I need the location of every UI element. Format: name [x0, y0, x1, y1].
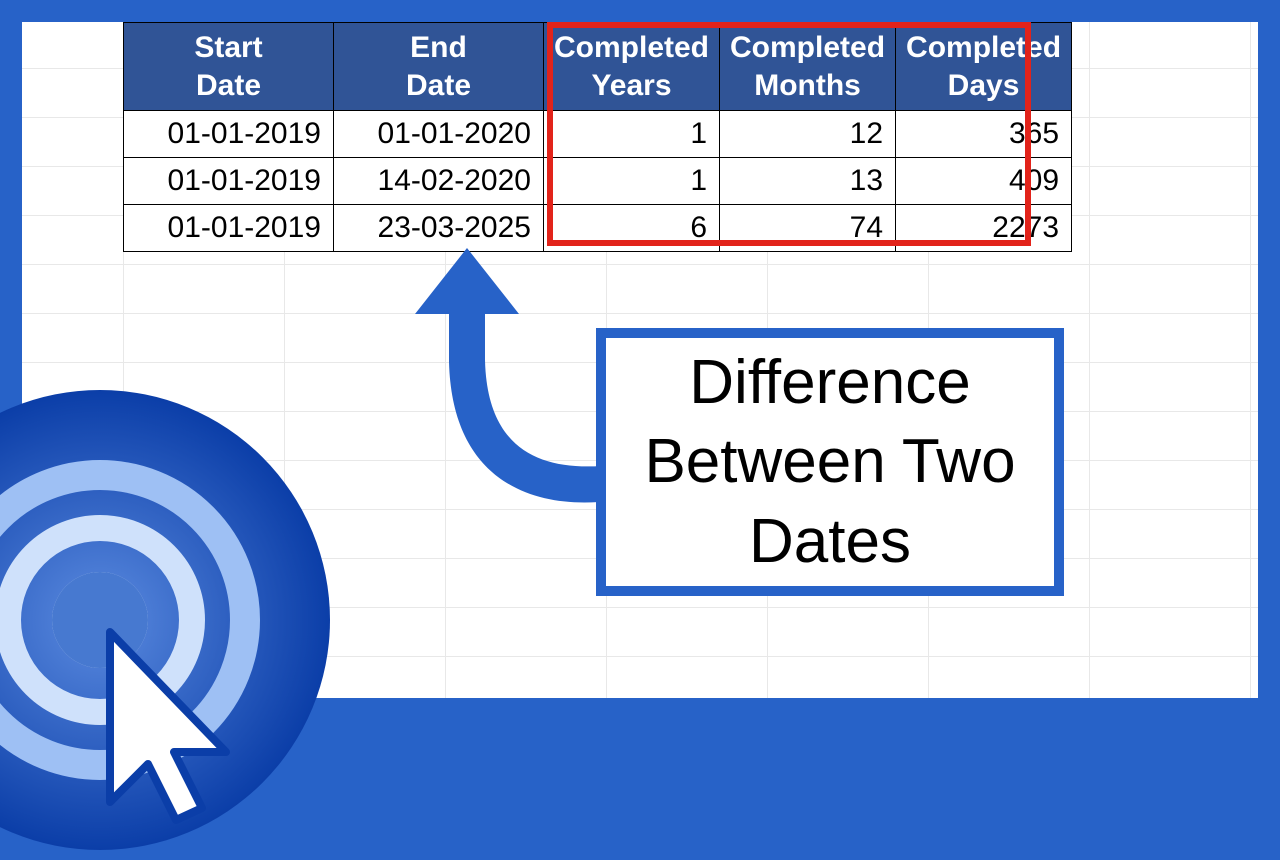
cell-days[interactable]: 2273: [896, 205, 1072, 252]
cell-start[interactable]: 01-01-2019: [124, 205, 334, 252]
cell-months[interactable]: 74: [720, 205, 896, 252]
cell-start[interactable]: 01-01-2019: [124, 111, 334, 158]
header-start-date: StartDate: [124, 23, 334, 111]
header-years: CompletedYears: [544, 23, 720, 111]
cell-years[interactable]: 1: [544, 111, 720, 158]
brand-logo-icon: [0, 380, 340, 860]
cell-end[interactable]: 01-01-2020: [334, 111, 544, 158]
cell-years[interactable]: 1: [544, 158, 720, 205]
table-row: 01-01-2019 01-01-2020 1 12 365: [124, 111, 1072, 158]
cell-days[interactable]: 365: [896, 111, 1072, 158]
cell-start[interactable]: 01-01-2019: [124, 158, 334, 205]
header-months: CompletedMonths: [720, 23, 896, 111]
header-end-date: EndDate: [334, 23, 544, 111]
date-diff-table: StartDate EndDate CompletedYears Complet…: [123, 22, 1072, 252]
curved-arrow-icon: [397, 242, 617, 532]
table-row: 01-01-2019 14-02-2020 1 13 409: [124, 158, 1072, 205]
callout-box: Difference Between Two Dates: [596, 328, 1064, 596]
cell-end[interactable]: 14-02-2020: [334, 158, 544, 205]
cell-months[interactable]: 13: [720, 158, 896, 205]
cell-days[interactable]: 409: [896, 158, 1072, 205]
cell-months[interactable]: 12: [720, 111, 896, 158]
table-header-row: StartDate EndDate CompletedYears Complet…: [124, 23, 1072, 111]
header-days: CompletedDays: [896, 23, 1072, 111]
callout-text: Difference Between Two Dates: [616, 343, 1044, 581]
